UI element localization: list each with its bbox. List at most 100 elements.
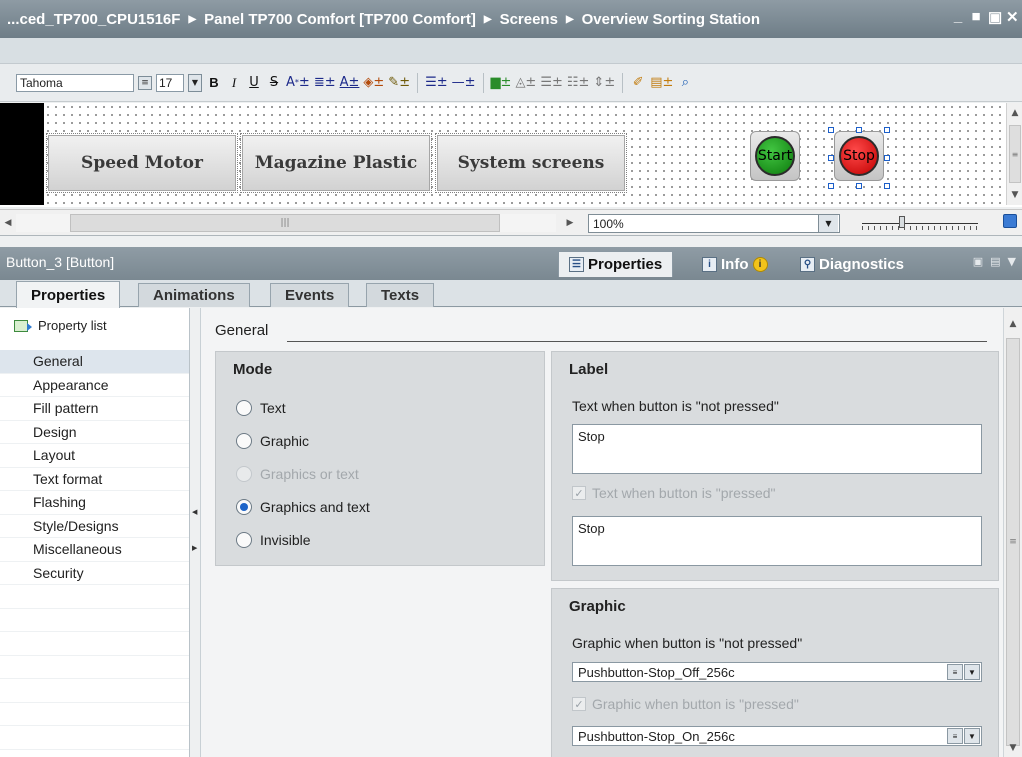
rotate-icon[interactable]: ◬±: [515, 74, 536, 92]
nav-item-security[interactable]: Security: [0, 562, 189, 585]
line-style-icon[interactable]: ☰±: [425, 74, 448, 92]
nav-item-design[interactable]: Design: [0, 421, 189, 444]
float-icon[interactable]: ▣: [973, 255, 983, 268]
mode-option-text[interactable]: Text: [236, 400, 286, 416]
selection-handle[interactable]: [884, 183, 890, 189]
breadcrumb-device[interactable]: Panel TP700 Comfort [TP700 Comfort]: [204, 11, 476, 28]
nav-item-style-designs[interactable]: Style/Designs: [0, 515, 189, 538]
tab-diagnostics[interactable]: ⚲ Diagnostics: [790, 251, 914, 277]
expand-right-icon[interactable]: ▶: [192, 544, 197, 552]
bold-button[interactable]: B: [206, 74, 222, 92]
breadcrumb-project[interactable]: ...ced_TP700_CPU1516F: [7, 11, 180, 28]
zoom-slider-track[interactable]: [862, 223, 978, 224]
font-size-field[interactable]: 17: [156, 73, 184, 92]
hscroll-thumb[interactable]: |||: [70, 214, 500, 232]
radio-invisible[interactable]: [236, 532, 252, 548]
scroll-down-icon[interactable]: ▼: [1005, 740, 1021, 756]
radio-text[interactable]: [236, 400, 252, 416]
browse-icon[interactable]: ≡: [947, 728, 963, 744]
zoom-slider-thumb[interactable]: [899, 216, 905, 228]
canvas-grid[interactable]: Speed Motor Magazine Plastic System scre…: [44, 103, 1006, 205]
chevron-down-icon[interactable]: ▼: [818, 215, 838, 232]
fit-screen-icon[interactable]: [1003, 214, 1017, 228]
font-color-icon[interactable]: A±: [340, 74, 360, 92]
canvas-vscroll-thumb[interactable]: ≡: [1009, 125, 1021, 183]
graphic-not-pressed-select[interactable]: Pushbutton-Stop_Off_256c ≡ ▼: [572, 662, 982, 682]
mode-option-invisible[interactable]: Invisible: [236, 532, 311, 548]
radio-graphics-and-text[interactable]: [236, 499, 252, 515]
subtab-texts[interactable]: Texts: [366, 283, 435, 307]
properties-vscroll-thumb[interactable]: ≡: [1006, 338, 1020, 746]
selection-handle[interactable]: [856, 127, 862, 133]
selection-handle[interactable]: [828, 127, 834, 133]
zoom-select[interactable]: 100%: [588, 214, 840, 233]
breadcrumb-screens[interactable]: Screens: [500, 11, 558, 28]
start-button[interactable]: Start: [750, 131, 800, 181]
nav-item-flashing[interactable]: Flashing: [0, 491, 189, 515]
system-screens-button[interactable]: System screens: [435, 133, 627, 193]
fill-pattern-icon[interactable]: ▆±: [491, 74, 512, 92]
strikethrough-button[interactable]: S: [266, 74, 282, 92]
scroll-left-icon[interactable]: ◀: [0, 215, 16, 231]
format-brush-icon[interactable]: ✐: [630, 74, 646, 92]
chevron-down-icon[interactable]: ▼: [964, 728, 980, 744]
scroll-up-icon[interactable]: ▲: [1007, 105, 1022, 121]
canvas-vertical-scrollbar[interactable]: ▲ ≡ ▼: [1006, 103, 1022, 205]
nav-item-general[interactable]: General: [0, 350, 189, 374]
magazine-plastic-button[interactable]: Magazine Plastic: [240, 133, 432, 193]
breadcrumb-screen[interactable]: Overview Sorting Station: [582, 11, 760, 28]
chevron-down-icon[interactable]: ▼: [188, 73, 202, 92]
properties-vertical-scrollbar[interactable]: ▲ ≡ ▼: [1003, 308, 1022, 757]
restore-icon[interactable]: ▤: [990, 255, 1000, 268]
superscript-icon[interactable]: A * ±: [286, 74, 310, 92]
zoom-icon[interactable]: ⌕: [677, 74, 693, 92]
distribute-icon[interactable]: ☷±: [567, 74, 590, 92]
pane-splitter[interactable]: ◀ ▶: [190, 308, 201, 757]
property-list-toggle[interactable]: Property list: [14, 318, 107, 333]
chevron-down-icon[interactable]: ▼: [964, 664, 980, 680]
size-icon[interactable]: ⇕±: [593, 74, 615, 92]
subtab-animations[interactable]: Animations: [138, 283, 250, 307]
scroll-right-icon[interactable]: ▶: [562, 215, 578, 231]
maximize-icon[interactable]: ▣: [988, 8, 1002, 26]
nav-item-fill-pattern[interactable]: Fill pattern: [0, 397, 189, 421]
label-pressed-field[interactable]: Stop: [572, 516, 982, 566]
float-icon[interactable]: ■: [970, 8, 982, 26]
radio-graphic[interactable]: [236, 433, 252, 449]
speed-motor-button[interactable]: Speed Motor: [46, 133, 238, 193]
line-width-icon[interactable]: —±: [452, 74, 476, 92]
font-browse-icon[interactable]: ≡: [138, 75, 152, 90]
selection-handle[interactable]: [856, 183, 862, 189]
line-color-icon[interactable]: ✎±: [388, 74, 410, 92]
mode-option-graphics-and-text[interactable]: Graphics and text: [236, 499, 370, 515]
collapse-icon[interactable]: ▼: [1008, 255, 1016, 268]
graphic-pressed-select[interactable]: Pushbutton-Stop_On_256c ≡ ▼: [572, 726, 982, 746]
subtab-events[interactable]: Events: [270, 283, 350, 307]
selection-handle[interactable]: [828, 155, 834, 161]
tab-properties[interactable]: ☰ Properties: [558, 251, 674, 277]
subtab-properties[interactable]: Properties: [16, 281, 121, 308]
mode-option-graphic[interactable]: Graphic: [236, 433, 309, 449]
nav-item-miscellaneous[interactable]: Miscellaneous: [0, 538, 189, 562]
selection-handle[interactable]: [828, 183, 834, 189]
selection-handle[interactable]: [884, 127, 890, 133]
nav-item-layout[interactable]: Layout: [0, 444, 189, 468]
scroll-down-icon[interactable]: ▼: [1007, 187, 1022, 203]
collapse-left-icon[interactable]: ◀: [192, 508, 197, 516]
selection-handle[interactable]: [884, 155, 890, 161]
scroll-up-icon[interactable]: ▲: [1005, 316, 1021, 332]
nav-item-text-format[interactable]: Text format: [0, 468, 189, 491]
italic-button[interactable]: I: [226, 74, 242, 92]
underline-button[interactable]: U: [246, 74, 262, 92]
layer-icon[interactable]: ▤±: [650, 74, 673, 92]
nav-item-appearance[interactable]: Appearance: [0, 374, 189, 397]
font-name-field[interactable]: Tahoma: [16, 73, 134, 92]
minimize-icon[interactable]: _: [952, 8, 964, 26]
close-icon[interactable]: ✕: [1006, 8, 1019, 26]
align-objects-icon[interactable]: ☰±: [540, 74, 563, 92]
align-icon[interactable]: ≣±: [314, 74, 336, 92]
label-not-pressed-field[interactable]: Stop: [572, 424, 982, 474]
browse-icon[interactable]: ≡: [947, 664, 963, 680]
fill-color-icon[interactable]: ◈±: [363, 74, 384, 92]
stop-button[interactable]: Stop: [834, 131, 884, 181]
